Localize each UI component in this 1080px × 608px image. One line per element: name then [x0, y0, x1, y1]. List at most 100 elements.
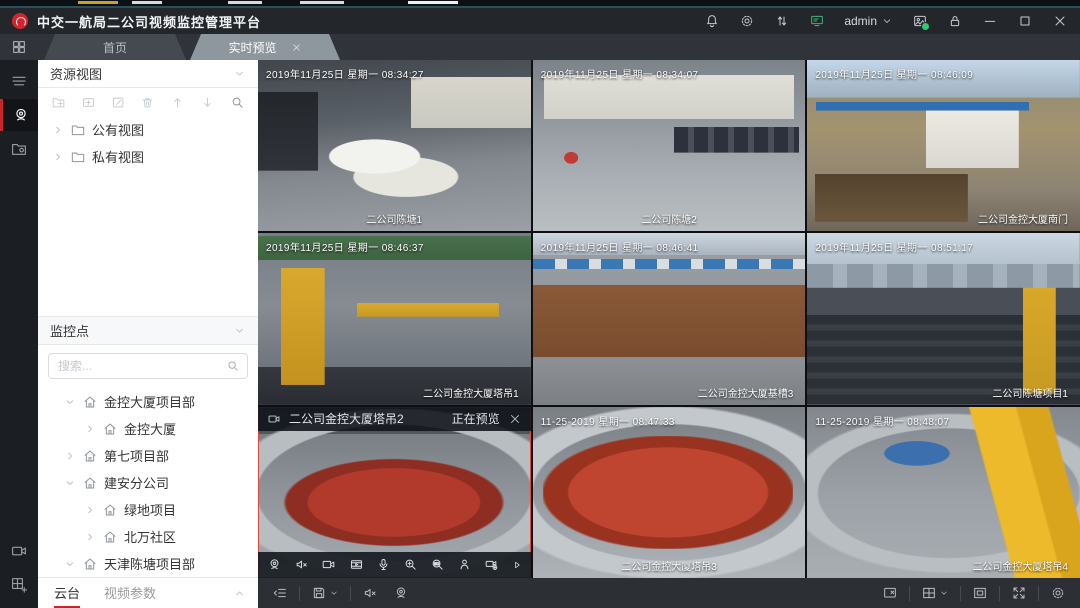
- search-input[interactable]: [56, 358, 226, 374]
- rail-camera-icon[interactable]: [0, 99, 38, 131]
- monitor-icon[interactable]: [809, 13, 825, 29]
- snapshot-icon[interactable]: [393, 585, 409, 601]
- screenshot-avatar-icon[interactable]: [912, 13, 928, 29]
- single-view-icon[interactable]: [972, 585, 988, 601]
- tab-live-preview[interactable]: 实时预览: [190, 34, 340, 60]
- chevron-right-icon[interactable]: [84, 531, 96, 543]
- camera-name-overlay: 二公司金控大厦塔吊3: [533, 558, 806, 573]
- camera-settings-icon[interactable]: [484, 557, 499, 572]
- search-icon[interactable]: [230, 95, 245, 110]
- digital-zoom-icon[interactable]: [403, 557, 418, 572]
- bottom-toolbar: [258, 578, 1080, 608]
- video-area: 2019年11月25日 星期一 08:34:27 二公司陈塘1 2019年11月…: [258, 60, 1080, 608]
- rail-menu-icon[interactable]: [0, 65, 38, 97]
- chevron-down-icon[interactable]: [233, 324, 246, 337]
- add-view-icon[interactable]: [81, 95, 96, 110]
- tree-item[interactable]: 金控大厦项目部: [38, 388, 258, 415]
- edit-icon[interactable]: [111, 95, 126, 110]
- video-tile-8[interactable]: 11-25-2019 星期一 08:47:33 二公司金控大厦塔吊3: [533, 407, 806, 578]
- snapshot-icon[interactable]: [267, 557, 282, 572]
- mute-icon[interactable]: [294, 557, 309, 572]
- close-button[interactable]: [1052, 13, 1068, 29]
- rail-grid-add-icon[interactable]: [0, 569, 38, 601]
- tree-item[interactable]: 建安分公司: [38, 469, 258, 496]
- video-tile-title: 二公司金控大厦塔吊2: [289, 410, 404, 427]
- move-up-icon[interactable]: [170, 95, 185, 110]
- tree-item[interactable]: 绿地项目: [38, 496, 258, 523]
- tree-item[interactable]: 第七项目部: [38, 442, 258, 469]
- close-all-video-icon[interactable]: [882, 585, 898, 601]
- video-timestamp: 11-25-2019 星期一 08:48:07: [815, 413, 949, 428]
- video-tile-6[interactable]: 2019年11月25日 星期一 08:51:17 二公司陈塘项目1: [807, 233, 1080, 404]
- chevron-down-icon: [939, 588, 949, 598]
- home-icon: [102, 502, 118, 518]
- rail-folder-config-icon[interactable]: [0, 133, 38, 165]
- close-icon[interactable]: [508, 412, 522, 426]
- chevron-right-icon[interactable]: [52, 124, 64, 136]
- camera-name-overlay: 二公司金控大厦塔吊1: [258, 385, 531, 400]
- chevron-down-icon[interactable]: [64, 477, 76, 489]
- 3d-zoom-icon[interactable]: [430, 557, 445, 572]
- monitor-points-header[interactable]: 监控点: [38, 316, 258, 345]
- tree-item[interactable]: 天津陈塘项目部: [38, 550, 258, 577]
- fullscreen-icon[interactable]: [1011, 585, 1027, 601]
- microphone-icon[interactable]: [376, 557, 391, 572]
- tree-item[interactable]: 北万社区: [38, 523, 258, 550]
- video-tile-1[interactable]: 2019年11月25日 星期一 08:34:27 二公司陈塘1: [258, 60, 531, 231]
- mute-all-icon[interactable]: [362, 585, 378, 601]
- tab-video-params[interactable]: 视频参数: [104, 578, 156, 608]
- bell-icon[interactable]: [704, 13, 720, 29]
- sort-arrows-icon[interactable]: [774, 13, 790, 29]
- tree-item[interactable]: 金控大厦: [38, 415, 258, 442]
- video-timestamp: 2019年11月25日 星期一 08:46:09: [815, 66, 973, 81]
- video-tile-9[interactable]: 11-25-2019 星期一 08:48:07 二公司金控大厦塔吊4: [807, 407, 1080, 578]
- search-icon[interactable]: [226, 359, 240, 373]
- user-dropdown[interactable]: admin: [844, 14, 893, 28]
- chevron-up-icon[interactable]: [233, 587, 246, 600]
- app-title: 中交一航局二公司视频监控管理平台: [37, 12, 261, 31]
- layout-grid-button[interactable]: [921, 585, 949, 601]
- save-view-button[interactable]: [311, 585, 339, 601]
- chevron-down-icon[interactable]: [64, 396, 76, 408]
- chevron-down-icon[interactable]: [233, 67, 246, 80]
- video-tile-4[interactable]: 2019年11月25日 星期一 08:46:37 二公司金控大厦塔吊1: [258, 233, 531, 404]
- video-timestamp: 2019年11月25日 星期一 08:46:41: [541, 239, 699, 254]
- apps-icon[interactable]: [0, 34, 38, 60]
- video-tile-3[interactable]: 2019年11月25日 星期一 08:46:09 二公司金控大厦南门: [807, 60, 1080, 231]
- video-tile-2[interactable]: 2019年11月25日 星期一 08:34:07 二公司陈塘2: [533, 60, 806, 231]
- chevron-right-icon[interactable]: [52, 151, 64, 163]
- video-tile-toolbar: [258, 552, 531, 578]
- home-icon: [82, 394, 98, 410]
- chevron-down-icon[interactable]: [64, 558, 76, 570]
- add-folder-icon[interactable]: [51, 95, 66, 110]
- tree-item-public-views[interactable]: 公有视图: [38, 116, 258, 143]
- tab-home[interactable]: 首页: [44, 34, 186, 60]
- home-icon: [82, 475, 98, 491]
- preset-position-icon[interactable]: [457, 557, 472, 572]
- settings-icon[interactable]: [1050, 585, 1066, 601]
- home-icon: [82, 556, 98, 572]
- home-icon: [82, 448, 98, 464]
- maximize-button[interactable]: [1017, 13, 1033, 29]
- rail-video-wall-icon[interactable]: [0, 535, 38, 567]
- record-icon[interactable]: [321, 557, 336, 572]
- video-timestamp: 2019年11月25日 星期一 08:51:17: [815, 239, 973, 254]
- minimize-button[interactable]: [982, 13, 998, 29]
- tab-close-icon[interactable]: [291, 42, 302, 53]
- tab-ptz[interactable]: 云台: [54, 578, 80, 608]
- delete-icon[interactable]: [140, 95, 155, 110]
- chevron-right-icon[interactable]: [64, 450, 76, 462]
- gear-icon[interactable]: [739, 13, 755, 29]
- move-down-icon[interactable]: [200, 95, 215, 110]
- chevron-right-icon[interactable]: [84, 423, 96, 435]
- collapse-panel-icon[interactable]: [272, 585, 288, 601]
- more-icon[interactable]: [512, 560, 522, 570]
- video-tile-7-selected[interactable]: 二公司金控大厦塔吊2 正在预览: [258, 407, 531, 578]
- resource-view-header[interactable]: 资源视图: [38, 60, 258, 88]
- instant-playback-icon[interactable]: [349, 557, 364, 572]
- video-tile-5[interactable]: 2019年11月25日 星期一 08:46:41 二公司金控大厦基槽3: [533, 233, 806, 404]
- lock-icon[interactable]: [947, 13, 963, 29]
- tree-item-private-views[interactable]: 私有视图: [38, 143, 258, 170]
- chevron-right-icon[interactable]: [84, 504, 96, 516]
- home-icon: [102, 529, 118, 545]
